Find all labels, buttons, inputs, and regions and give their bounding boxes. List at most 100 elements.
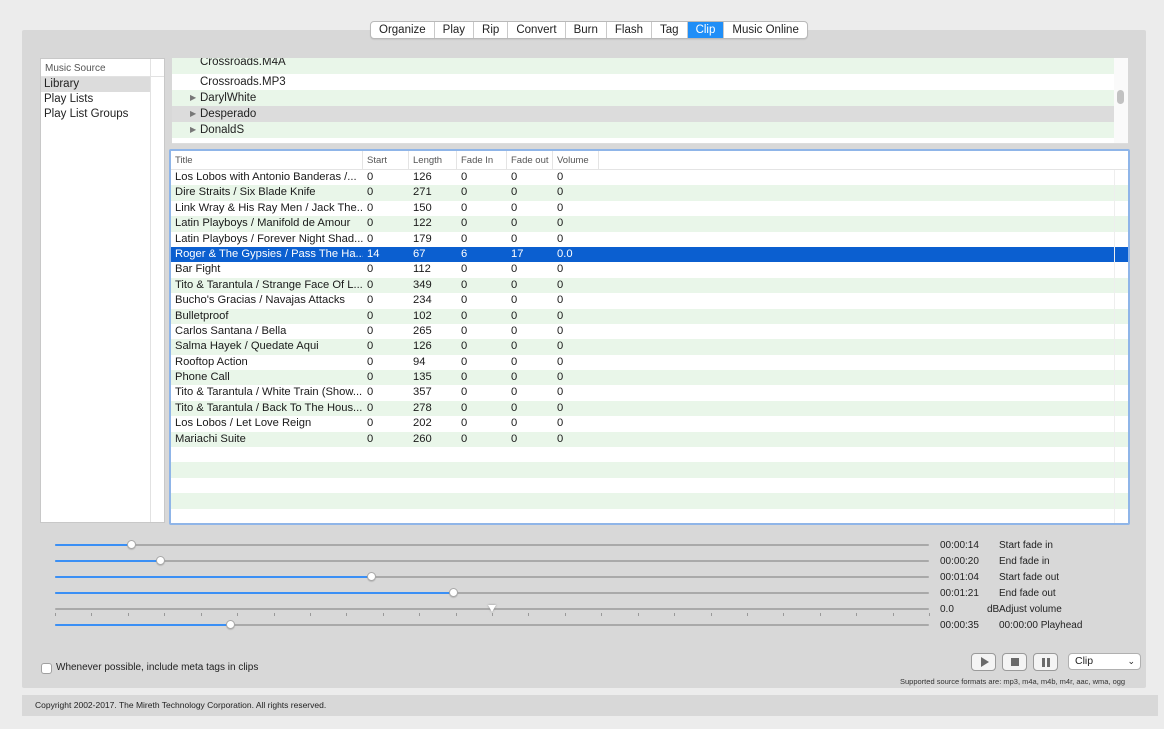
copyright-footer: Copyright 2002-2017. The Mireth Technolo… <box>22 695 1158 716</box>
table-row[interactable]: Dire Straits / Six Blade Knife 0 271 0 0 0 <box>171 185 1128 201</box>
table-row[interactable]: Tito & Tarantula / Strange Face Of L... 0… <box>171 277 1128 294</box>
column-header-volume[interactable]: Volume <box>553 151 599 169</box>
slider-knob[interactable] <box>155 556 165 565</box>
play-button[interactable] <box>971 653 996 671</box>
tab-clip[interactable]: Clip <box>687 22 725 38</box>
cell-volume: 0 <box>557 371 564 384</box>
slider-tick <box>346 613 348 616</box>
slider-knob[interactable] <box>367 572 377 581</box>
column-header-title[interactable]: Title <box>171 151 363 169</box>
table-row[interactable]: Los Lobos with Antonio Banderas /... 0 126… <box>171 170 1128 185</box>
column-header-length[interactable]: Length <box>409 151 457 169</box>
table-row[interactable]: Latin Playboys / Forever Night Shad... 0 1… <box>171 232 1128 247</box>
sidebar-scrollbar[interactable] <box>150 77 164 522</box>
cell-volume: 0 <box>557 417 564 430</box>
column-header-start[interactable]: Start <box>363 151 409 169</box>
pause-button[interactable] <box>1033 653 1058 671</box>
table-row[interactable]: Salma Hayek / Quedate Aqui 0 126 0 0 0 <box>171 339 1128 355</box>
tab-play[interactable]: Play <box>435 22 475 38</box>
stop-button[interactable] <box>1002 653 1027 671</box>
tree-row[interactable]: ▶ DonaldS <box>172 122 1128 138</box>
cell-start: 0 <box>367 340 374 353</box>
table-row[interactable]: Carlos Santana / Bella 0 265 0 0 0 <box>171 324 1128 339</box>
cell-fade-in: 0 <box>461 201 468 214</box>
tree-row[interactable]: ▶ DarylWhite <box>172 90 1128 106</box>
table-scrollbar[interactable] <box>1114 170 1128 523</box>
sidebar-item-play-list-groups[interactable]: Play List Groups <box>41 107 151 122</box>
start-fade-out-slider[interactable] <box>55 572 929 582</box>
cell-fade-in: 0 <box>461 217 468 230</box>
adjust-volume-slider[interactable] <box>55 604 930 616</box>
slider-tick <box>564 613 566 616</box>
tree-row[interactable]: ▶ Desperado <box>172 106 1128 122</box>
tab-convert[interactable]: Convert <box>508 22 566 38</box>
table-row[interactable]: Tito & Tarantula / Back To The Hous... 0 2… <box>171 400 1128 417</box>
slider-knob[interactable] <box>127 540 137 549</box>
cell-fade-out: 0 <box>511 171 518 183</box>
cell-length: 265 <box>413 324 432 337</box>
tree-row-label: Crossroads.M4A <box>200 58 286 68</box>
cell-start: 0 <box>367 294 374 307</box>
end-fade-out-slider[interactable] <box>55 588 929 598</box>
table-row[interactable]: Rooftop Action 0 94 0 0 0 <box>171 355 1128 370</box>
sidebar-item-play-lists[interactable]: Play Lists <box>41 92 151 107</box>
table-row[interactable]: Link Wray & His Ray Men / Jack The... 0 15… <box>171 201 1128 216</box>
table-row[interactable]: Los Lobos / Let Love Reign 0 202 0 0 0 <box>171 416 1128 431</box>
end-fade-out-value: 00:01:21 <box>940 588 979 599</box>
cell-volume: 0 <box>557 401 564 414</box>
cell-length: 122 <box>413 217 432 230</box>
end-fade-in-slider[interactable] <box>55 556 929 566</box>
cell-volume: 0 <box>557 171 564 183</box>
music-source-header: Music Source <box>41 59 164 77</box>
cell-length: 357 <box>413 386 432 399</box>
table-row[interactable]: Latin Playboys / Manifold de Amour 0 122 0 0… <box>171 216 1128 232</box>
slider-knob[interactable] <box>448 588 458 597</box>
tab-rip[interactable]: Rip <box>474 22 509 38</box>
disclosure-triangle-icon[interactable]: ▶ <box>190 122 196 138</box>
meta-tags-checkbox[interactable] <box>41 663 52 674</box>
tree-row[interactable]: Crossroads.MP3 <box>172 74 1128 90</box>
end-fade-out-label: End fade out <box>999 588 1056 599</box>
cell-start: 0 <box>367 417 374 430</box>
main-tab-bar: Organize Play Rip Convert Burn Flash Tag Clip Mu… <box>370 21 808 39</box>
slider-knob[interactable] <box>225 620 235 629</box>
slider-track <box>55 544 929 546</box>
cell-volume: 0 <box>557 309 564 322</box>
table-row[interactable]: Bar Fight 0 112 0 0 0 <box>171 262 1128 277</box>
playhead-value: 00:00:35 <box>940 620 979 631</box>
table-row[interactable]: Mariachi Suite 0 260 0 0 0 <box>171 431 1128 448</box>
cell-title: Tito & Tarantula / Back To The Hous... <box>175 401 363 414</box>
tab-flash[interactable]: Flash <box>607 22 653 38</box>
slider-tick <box>601 613 603 616</box>
start-fade-in-slider[interactable] <box>55 540 929 550</box>
column-header-fade-in[interactable]: Fade In <box>457 151 507 169</box>
cell-start: 0 <box>367 217 374 230</box>
cell-title: Los Lobos with Antonio Banderas /... <box>175 171 357 183</box>
cell-title: Bulletproof <box>175 309 229 322</box>
tree-scrollbar[interactable] <box>1114 58 1128 143</box>
tree-scrollbar-thumb[interactable] <box>1117 90 1124 104</box>
slider-knob[interactable] <box>488 604 497 612</box>
table-row[interactable]: Tito & Tarantula / White Train (Show... 0… <box>171 385 1128 400</box>
cell-volume: 0 <box>557 186 564 199</box>
disclosure-triangle-icon[interactable]: ▶ <box>190 90 196 106</box>
cell-title: Latin Playboys / Manifold de Amour <box>175 217 351 230</box>
table-row[interactable]: Bucho's Gracias / Navajas Attacks 0 234 0 0 0 <box>171 293 1128 308</box>
playhead-slider[interactable] <box>55 620 929 630</box>
tab-music-online[interactable]: Music Online <box>724 22 806 38</box>
tab-organize[interactable]: Organize <box>371 22 435 38</box>
tree-row[interactable]: Crossroads.M4A <box>172 58 1128 74</box>
cell-title: Latin Playboys / Forever Night Shad... <box>175 232 363 245</box>
table-row[interactable]: Bulletproof 0 102 0 0 0 <box>171 308 1128 324</box>
column-header-fade-out[interactable]: Fade out <box>507 151 553 169</box>
disclosure-triangle-icon[interactable]: ▶ <box>190 106 196 122</box>
sidebar-item-library[interactable]: Library <box>41 77 151 92</box>
table-row[interactable]: Phone Call 0 135 0 0 0 <box>171 370 1128 386</box>
cell-fade-in: 0 <box>461 417 468 430</box>
cell-fade-out: 0 <box>511 340 518 353</box>
tab-burn[interactable]: Burn <box>566 22 607 38</box>
tab-tag[interactable]: Tag <box>652 22 688 38</box>
table-row[interactable]: Roger & The Gypsies / Pass The Ha... 14 67… <box>171 246 1128 263</box>
mode-select[interactable]: Clip ⌄ <box>1068 653 1141 670</box>
cell-fade-out: 0 <box>511 309 518 322</box>
